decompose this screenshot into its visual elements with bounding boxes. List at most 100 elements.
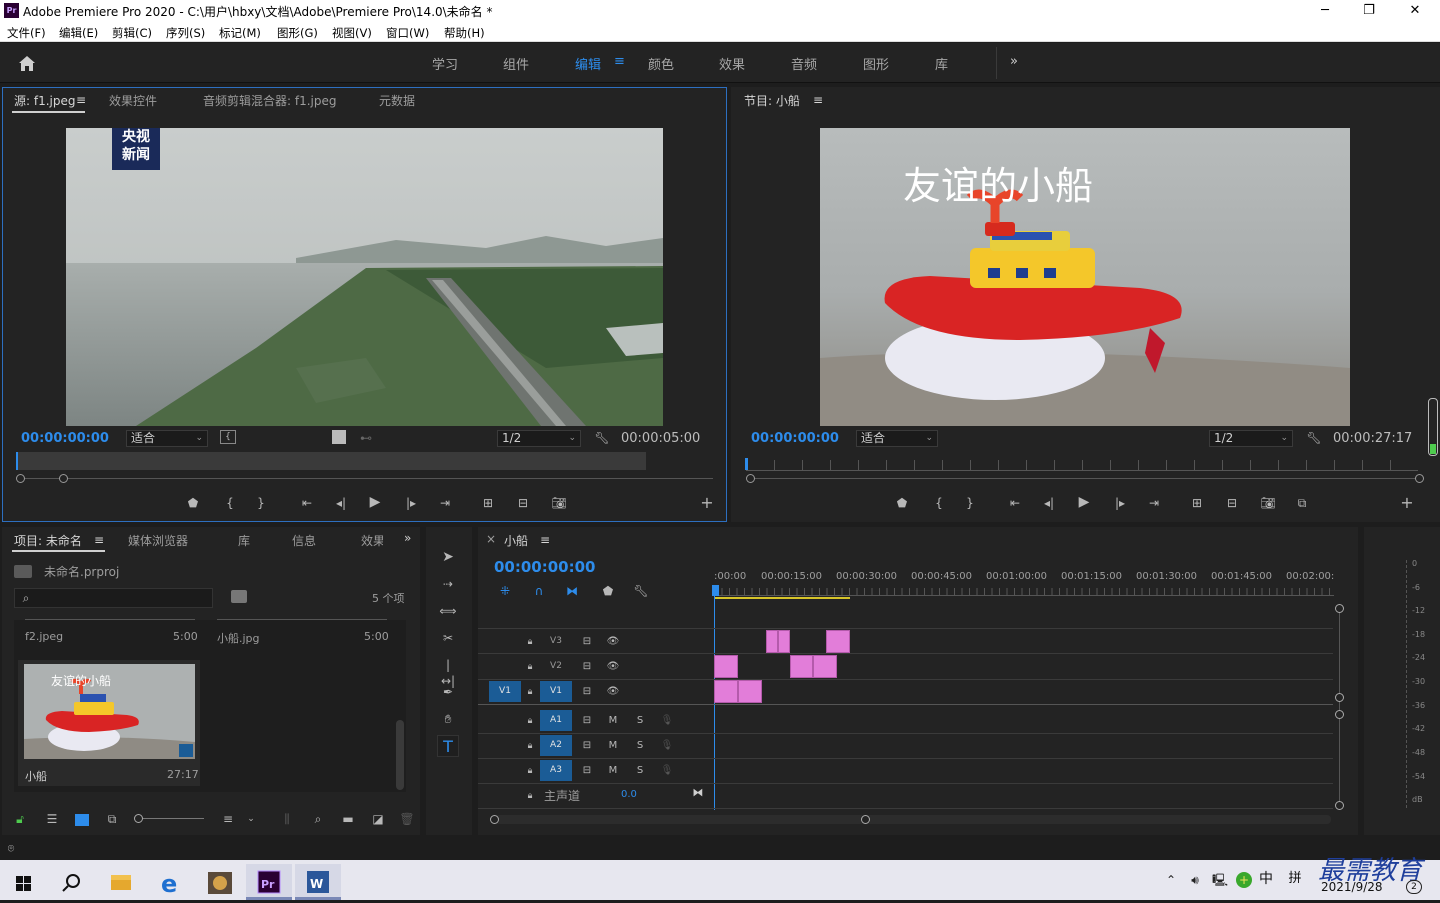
go-to-in-icon[interactable]: ⇤ — [298, 495, 316, 511]
wrench-icon[interactable]: 🔧︎ — [1306, 430, 1322, 446]
program-playhead[interactable] — [745, 458, 748, 470]
sync-lock-icon[interactable]: ⊟ — [580, 738, 594, 754]
microphone-icon[interactable]: 🎙︎ — [660, 713, 674, 729]
lock-icon[interactable]: 🔓︎ — [12, 811, 28, 827]
vscroll-handle[interactable] — [1335, 693, 1344, 702]
tab-info[interactable]: 信息 — [292, 532, 316, 549]
sync-lock-icon[interactable]: ⊟ — [580, 713, 594, 729]
premiere-taskbar-icon[interactable]: Pr — [246, 864, 292, 900]
add-button-icon[interactable]: + — [698, 495, 716, 511]
menu-clip[interactable]: 剪辑(C) — [112, 25, 152, 41]
go-to-in-icon[interactable]: ⇤ — [1006, 495, 1024, 511]
tab-effects[interactable]: 效果 — [361, 532, 383, 549]
windows-start-icon[interactable] — [0, 864, 46, 900]
solo-button[interactable]: S — [633, 763, 647, 779]
source-insert-icon[interactable]: { — [220, 430, 236, 444]
overwrite-icon[interactable]: ⊟ — [513, 495, 533, 511]
extract-icon[interactable]: ⊟ — [1222, 495, 1242, 511]
play-icon[interactable]: ▶ — [366, 494, 384, 510]
program-timecode-in[interactable]: 00:00:00:00 — [751, 431, 839, 446]
source-resolution-select[interactable]: 1/2 ⌄ — [497, 430, 581, 447]
clip-v2-3[interactable] — [813, 655, 837, 678]
solo-button[interactable]: S — [633, 738, 647, 754]
source-playhead[interactable] — [16, 452, 18, 470]
minimize-button[interactable]: ─ — [1302, 0, 1348, 22]
mute-button[interactable]: M — [606, 763, 620, 779]
workspace-audio[interactable]: 音频 — [791, 54, 817, 73]
timeline-timecode[interactable]: 00:00:00:00 — [494, 558, 596, 576]
workspace-color[interactable]: 颜色 — [648, 54, 674, 73]
restore-button[interactable]: ❐ — [1346, 0, 1392, 22]
word-taskbar-icon[interactable]: W — [295, 864, 341, 900]
sync-lock-icon[interactable]: ⊟ — [580, 684, 594, 700]
sync-lock-icon[interactable]: ⊟ — [580, 634, 594, 650]
track-label-v3[interactable]: V3 — [540, 631, 572, 652]
go-to-out-icon[interactable]: ⇥ — [436, 495, 454, 511]
lock-icon[interactable]: 🔒︎ — [524, 659, 536, 675]
timeline-close-icon[interactable]: × — [486, 532, 496, 546]
menu-window[interactable]: 窗口(W) — [386, 25, 429, 41]
timeline-playhead-head[interactable] — [712, 585, 719, 596]
edge-browser-icon[interactable]: e — [148, 864, 194, 900]
track-label-v2[interactable]: V2 — [540, 656, 572, 677]
workspace-editing[interactable]: 编辑 — [575, 54, 601, 73]
lock-icon[interactable]: 🔒︎ — [524, 634, 536, 650]
close-window-button[interactable]: ✕ — [1392, 0, 1438, 22]
sync-lock-icon[interactable]: ⊟ — [580, 763, 594, 779]
tab-metadata[interactable]: 元数据 — [379, 92, 415, 109]
hscroll-handle-left[interactable] — [490, 815, 499, 824]
tab-source[interactable]: 源: f1.jpeg — [14, 92, 75, 109]
find-icon[interactable]: ⌕ — [309, 811, 327, 827]
add-marker-icon[interactable]: ⬟ — [600, 583, 616, 599]
zoom-slider-handle[interactable] — [134, 814, 143, 823]
track-label-a2[interactable]: A2 — [540, 735, 572, 756]
source-zoom-handle-left[interactable] — [16, 474, 25, 483]
clip-v3-3[interactable] — [826, 630, 850, 653]
export-frame-icon[interactable]: 📷︎ — [550, 495, 568, 511]
work-area-bar[interactable] — [714, 597, 850, 599]
eye-icon[interactable]: 👁︎ — [606, 684, 620, 700]
new-bin-icon[interactable]: ▬ — [339, 811, 357, 827]
track-label-v1[interactable]: V1 — [540, 681, 572, 702]
workspace-assembly[interactable]: 组件 — [503, 54, 529, 73]
step-back-icon[interactable]: ◂| — [332, 495, 350, 511]
automate-to-sequence-icon[interactable]: ⫼ — [278, 811, 296, 827]
lock-icon[interactable]: 🔒︎ — [524, 684, 536, 700]
workspace-learn[interactable]: 学习 — [432, 54, 458, 73]
source-zoom-bar[interactable] — [16, 478, 713, 479]
eye-icon[interactable]: 👁︎ — [606, 634, 620, 650]
step-forward-icon[interactable]: |▸ — [402, 495, 420, 511]
add-button-icon[interactable]: + — [1398, 495, 1416, 511]
volume-icon[interactable]: 🔊︎ — [1186, 872, 1204, 888]
file-explorer-icon[interactable] — [98, 864, 144, 900]
source-fit-select[interactable]: 适合 ⌄ — [126, 430, 208, 447]
tab-effect-controls[interactable]: 效果控件 — [109, 92, 157, 109]
step-back-icon[interactable]: ◂| — [1040, 495, 1058, 511]
microphone-icon[interactable]: 🎙︎ — [660, 763, 674, 779]
freeform-view-icon[interactable]: ⧉ — [102, 811, 122, 827]
export-frame-icon[interactable]: 📷︎ — [1259, 495, 1277, 511]
clip-v2-1[interactable] — [714, 655, 738, 678]
game-app-icon[interactable] — [197, 864, 243, 900]
mark-in-icon[interactable]: { — [222, 495, 238, 511]
timeline-horizontal-scroll[interactable] — [494, 815, 1331, 824]
timeline-vertical-scroll[interactable] — [1339, 608, 1340, 808]
vscroll-handle[interactable] — [1335, 604, 1344, 613]
timeline-settings-icon[interactable]: 🔧︎ — [633, 583, 649, 599]
hand-tool-icon[interactable]: ✋︎ — [439, 711, 457, 727]
network-icon[interactable]: 🖳︎ — [1211, 872, 1229, 888]
project-item-boat-jpg[interactable]: 小船.jpg 5:00 — [210, 622, 392, 654]
project-item-f2[interactable]: f2.jpeg 5:00 — [18, 622, 200, 654]
icon-view-icon[interactable] — [75, 814, 89, 826]
program-panel-menu-icon[interactable]: ≡ — [813, 93, 823, 107]
comparison-view-icon[interactable]: ⧉ — [1292, 495, 1312, 511]
lock-icon[interactable]: 🔒︎ — [524, 713, 536, 729]
workspace-more-icon[interactable]: » — [1010, 54, 1018, 69]
workspace-libraries[interactable]: 库 — [935, 54, 948, 73]
menu-view[interactable]: 视图(V) — [332, 25, 372, 41]
pen-tool-icon[interactable]: ✒︎ — [439, 684, 457, 700]
track-select-tool-icon[interactable]: ⇢ — [439, 576, 457, 592]
go-to-end-icon[interactable]: ⧓ — [690, 785, 706, 801]
menu-graphics[interactable]: 图形(G) — [277, 25, 318, 41]
ime-mode-label[interactable]: 中 — [1257, 871, 1275, 887]
